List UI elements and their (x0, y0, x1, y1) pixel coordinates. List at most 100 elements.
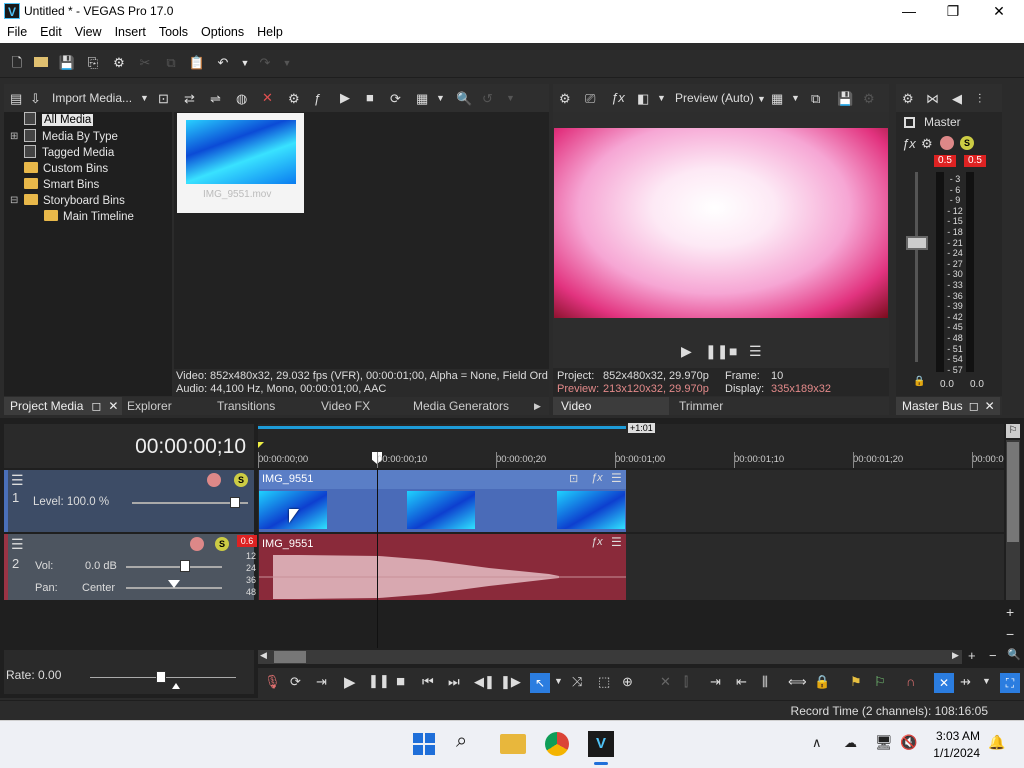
lock-envelopes-icon[interactable]: ⛶ (1000, 673, 1020, 693)
remove-icon[interactable]: ✕ (262, 90, 273, 106)
copy-snapshot-icon[interactable]: ⧉ (811, 91, 820, 107)
zoom-out-horizontal-icon[interactable]: − (989, 648, 997, 663)
maximize-button[interactable]: ❐ (930, 0, 976, 23)
zoom-in-horizontal-icon[interactable]: + (968, 648, 976, 663)
open-folder-icon[interactable] (32, 54, 50, 72)
audio-clip-menu-icon[interactable]: ☰ (611, 535, 622, 549)
loop-icon[interactable]: ⟳ (290, 674, 301, 690)
record-icon[interactable]: 🎙 (264, 674, 281, 690)
render-icon[interactable]: ⎘ (84, 54, 102, 72)
network-icon[interactable]: 🖥 (875, 734, 893, 751)
track2-pan-handle[interactable] (168, 580, 180, 588)
solo-icon[interactable]: S (960, 136, 974, 150)
capture-icon[interactable]: ⊡ (158, 91, 169, 107)
tab-media-generators[interactable]: Media Generators (413, 397, 509, 415)
save-snapshot-icon[interactable]: 💾 (837, 91, 853, 107)
undo-dropdown-icon[interactable]: ▼ (236, 54, 254, 72)
settings-gear-icon[interactable]: ⚙ (110, 54, 128, 72)
redo-dropdown-icon[interactable]: ▼ (278, 54, 296, 72)
lock-icon[interactable]: 🔒 (913, 376, 925, 387)
track1-mute-icon[interactable] (207, 473, 221, 487)
save-icon[interactable]: 💾 (58, 54, 76, 72)
vscroll-thumb[interactable] (1007, 442, 1019, 542)
tree-smart-bins[interactable]: Smart Bins (24, 177, 99, 193)
menu-options[interactable]: Options (194, 23, 250, 39)
clock-time[interactable]: 3:03 AM (928, 729, 980, 743)
menu-view[interactable]: View (68, 23, 108, 39)
auto-ripple-icon[interactable]: ⇸ (960, 674, 971, 690)
ripple-icon[interactable]: ⟺ (788, 674, 807, 690)
search-icon[interactable]: 🔍 (456, 91, 472, 107)
menu-help[interactable]: Help (250, 23, 289, 39)
video-clip-menu-icon[interactable]: ☰ (611, 471, 622, 485)
media-fx-icon[interactable]: ⇌ (210, 91, 221, 107)
tab-video-preview[interactable]: Video Preview◻✕ (553, 397, 669, 431)
media-thumbnail-card[interactable]: IMG_9551.mov (177, 113, 304, 213)
auto-ripple-dropdown-icon[interactable]: ▼ (982, 676, 991, 686)
cut-icon[interactable]: ✂ (136, 54, 154, 72)
timeline-marker-toggle-icon[interactable]: ⚐ (1006, 424, 1020, 438)
minimize-button[interactable]: — (886, 0, 932, 23)
refresh-icon[interactable]: ↺ (482, 91, 493, 107)
track2-solo-icon[interactable]: S (215, 537, 229, 551)
views-dropdown-icon[interactable]: ▼ (436, 93, 445, 103)
volume-muted-icon[interactable]: 🔇 (900, 734, 917, 751)
selection-tool-icon[interactable]: ⬚ (598, 674, 610, 690)
expand-icon[interactable]: ⊞ (10, 129, 20, 145)
menu-edit[interactable]: Edit (33, 23, 68, 39)
envelope-tool-icon[interactable]: ⤨ (572, 674, 582, 690)
tree-storyboard-bins[interactable]: Storyboard Bins (24, 193, 125, 209)
go-to-start-icon[interactable]: ⏮ (422, 674, 434, 690)
master-automation-gear-icon[interactable]: ⚙ (921, 136, 933, 152)
media-fx-plugin-icon[interactable]: ƒ (314, 91, 321, 106)
preview-stop-icon[interactable]: ■ (729, 343, 737, 359)
mixer-icon[interactable]: ⫶ (978, 91, 981, 107)
show-hidden-icons-icon[interactable]: ∧ (812, 735, 822, 751)
track1-header[interactable]: ☰ 1 S Level: 100.0 % (4, 470, 254, 532)
preview-menu-icon[interactable]: ☰ (749, 343, 762, 360)
external-monitor-icon[interactable]: ⎚ (585, 91, 595, 107)
timeline-pause-icon[interactable]: ❚❚ (368, 673, 390, 689)
zoom-tool-icon[interactable]: 🔍 (1007, 648, 1021, 661)
track2-header[interactable]: ☰ 2 S 0.6 Vol: 0.0 dB Pan: Center (4, 534, 257, 600)
split-screen-icon[interactable]: ◧ (637, 91, 649, 107)
zoom-edit-tool-icon[interactable]: ⊕ (622, 674, 633, 690)
menu-tools[interactable]: Tools (152, 23, 194, 39)
track1-solo-icon[interactable]: S (234, 473, 248, 487)
track2-mute-icon[interactable] (190, 537, 204, 551)
vegas-taskbar-icon[interactable]: V (588, 731, 614, 757)
track2-menu-icon[interactable]: ☰ (11, 536, 24, 553)
import-media-button[interactable]: Import Media... (52, 91, 132, 105)
hscroll-left-icon[interactable]: ◀ (260, 650, 267, 661)
play-icon[interactable]: ▶ (340, 90, 350, 106)
stop-icon[interactable]: ■ (366, 90, 374, 105)
tab-transitions[interactable]: Transitions (217, 397, 275, 415)
marker-icon[interactable]: ⚑ (850, 674, 862, 690)
audio-clip-fx-icon[interactable]: ƒx (591, 536, 603, 548)
go-to-end-icon[interactable]: ⏭ (448, 674, 460, 690)
track1-menu-icon[interactable]: ☰ (11, 472, 24, 489)
video-clip-pan-crop-icon[interactable]: ⊡ (569, 472, 578, 485)
close-button[interactable]: ✕ (976, 0, 1022, 23)
preview-quality-select[interactable]: Preview (Auto) ▼ (675, 91, 766, 105)
lock-event-icon[interactable]: 🔒 (814, 674, 830, 690)
tab-master-bus[interactable]: Master Bus ◻ ✕ (896, 397, 1000, 415)
tab-video-fx[interactable]: Video FX (321, 397, 370, 415)
split-icon[interactable]: ⫼ (762, 674, 768, 690)
split-dropdown-icon[interactable]: ▼ (657, 93, 666, 103)
auto-preview-icon[interactable]: ⟳ (390, 91, 401, 107)
tree-custom-bins[interactable]: Custom Bins (24, 161, 108, 177)
hscroll-right-icon[interactable]: ▶ (952, 650, 959, 661)
tabs-scroll-right-icon[interactable]: ▶ (534, 397, 541, 415)
views-icon[interactable]: ▦ (416, 91, 428, 107)
tree-media-by-type[interactable]: Media By Type (24, 129, 118, 145)
tree-main-timeline[interactable]: Main Timeline (44, 209, 134, 225)
preview-settings-gear-icon[interactable]: ⚙ (559, 91, 571, 107)
trim-end-icon[interactable]: ⇤ (736, 674, 747, 690)
chrome-icon[interactable] (545, 732, 569, 756)
menu-insert[interactable]: Insert (108, 23, 152, 39)
zoom-out-vertical-icon[interactable]: − (1006, 626, 1014, 642)
redo-icon[interactable]: ↷ (256, 54, 274, 72)
import-media-icon[interactable]: ⇩ (30, 91, 41, 107)
preview-pause-icon[interactable]: ❚❚ (705, 343, 728, 360)
